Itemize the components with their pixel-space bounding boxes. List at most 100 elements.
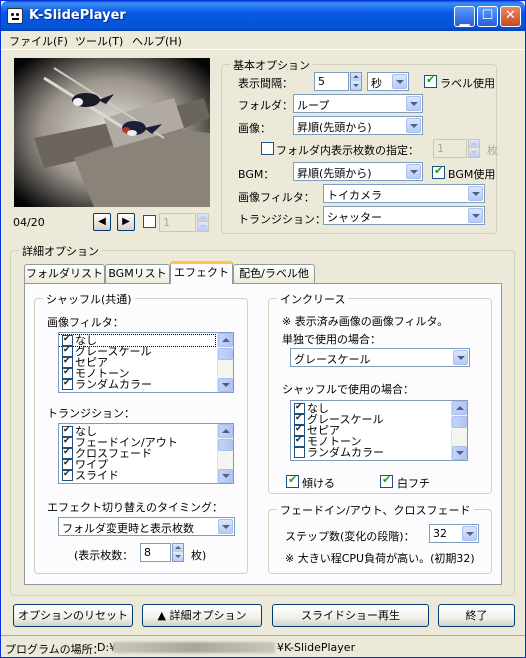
shuffle-title: シャッフル(共通) bbox=[43, 291, 135, 307]
chevron-down-icon bbox=[406, 96, 421, 111]
bgm-use-text: BGM使用 bbox=[448, 168, 496, 181]
menu-tools[interactable]: ツール(T) bbox=[75, 33, 123, 49]
play-slideshow-button[interactable]: スライドショー再生 bbox=[272, 604, 429, 627]
chevron-down-icon bbox=[392, 74, 407, 89]
list-checkbox[interactable] bbox=[62, 469, 73, 481]
image-filter-select[interactable]: トイカメラ bbox=[323, 184, 485, 203]
display-count-label: (表示枚数： bbox=[74, 549, 134, 562]
folder-count-field[interactable]: 1 bbox=[433, 139, 467, 158]
transition-label: トランジション： bbox=[238, 213, 326, 226]
fade-title: フェードイン/アウト、クロスフェード bbox=[277, 502, 474, 518]
image-filter-label: 画像フィルタ： bbox=[238, 191, 315, 204]
detail-options-toggle-button[interactable]: ▲ 詳細オプション bbox=[142, 604, 262, 627]
steps-label: ステップ数(変化の段階)： bbox=[285, 530, 415, 543]
increase-shuffle-list[interactable]: なし グレースケール セピア モノトーン ランダムカラー bbox=[290, 400, 468, 461]
program-path-suffix: ¥K-SlidePlayer bbox=[277, 641, 356, 654]
list-item[interactable]: ランダムカラー bbox=[291, 447, 467, 458]
shuffle-transition-label: トランジション： bbox=[47, 407, 135, 420]
next-button[interactable]: ▶ bbox=[117, 213, 135, 231]
list-checkbox[interactable] bbox=[294, 447, 305, 458]
tilt-label: 傾ける bbox=[302, 477, 335, 490]
chevron-down-icon bbox=[218, 519, 233, 534]
prev-icon: ◀ bbox=[98, 216, 106, 227]
shuffle-transition-list[interactable]: なし フェードイン/アウト クロスフェード ワイプ スライド bbox=[58, 423, 234, 484]
maximize-icon: ☐ bbox=[481, 8, 494, 23]
menu-file[interactable]: ファイル(F) bbox=[9, 33, 68, 49]
increase-single-label: 単独で使用の場合： bbox=[282, 333, 381, 346]
preview-image[interactable] bbox=[14, 58, 210, 207]
minimize-button[interactable]: ▁ bbox=[454, 6, 475, 27]
label-use-checkbox[interactable] bbox=[424, 73, 437, 88]
chevron-down-icon bbox=[468, 208, 483, 223]
menu-bar: ファイル(F) ツール(T) ヘルプ(H) bbox=[1, 31, 525, 50]
increase-single-select[interactable]: グレースケール bbox=[290, 348, 470, 367]
tab-color-label[interactable]: 配色/ラベル他 bbox=[233, 264, 315, 284]
folder-count-checkbox[interactable] bbox=[261, 142, 274, 155]
page-jump-field[interactable]: 1 bbox=[159, 213, 196, 232]
swallow-photo bbox=[14, 58, 210, 207]
folder-count-unit: 枚 bbox=[487, 144, 498, 157]
scrollbar[interactable] bbox=[217, 424, 233, 483]
bgm-use-checkbox[interactable] bbox=[432, 164, 445, 179]
white-border-label: 白フチ bbox=[397, 477, 430, 490]
app-window: K-SlidePlayer ▁ ☐ ✕ ファイル(F) ツール(T) ヘルプ(H… bbox=[0, 0, 526, 658]
increase-title: インクリース bbox=[277, 291, 349, 307]
image-order-label: 画像： bbox=[238, 122, 271, 135]
folder-select[interactable]: ループ bbox=[293, 94, 423, 113]
detail-options-title: 詳細オプション bbox=[19, 243, 102, 259]
scrollbar[interactable] bbox=[217, 333, 233, 392]
exit-button[interactable]: 終了 bbox=[438, 604, 515, 627]
bgm-label: BGM： bbox=[238, 168, 275, 181]
chevron-down-icon bbox=[468, 186, 483, 201]
label-use-text: ラベル使用 bbox=[440, 77, 495, 90]
window-title: K-SlidePlayer bbox=[29, 8, 126, 23]
shuffle-filter-list[interactable]: なし グレースケール セピア モノトーン ランダムカラー bbox=[58, 332, 234, 393]
list-checkbox[interactable] bbox=[62, 378, 73, 390]
chevron-down-icon bbox=[406, 118, 421, 133]
close-button[interactable]: ✕ bbox=[500, 6, 521, 27]
transition-select[interactable]: シャッター bbox=[323, 206, 485, 225]
steps-select[interactable]: 32 bbox=[429, 524, 479, 543]
prev-button[interactable]: ◀ bbox=[93, 213, 111, 231]
status-bar: プログラムの場所： D:¥ ¥K-SlidePlayer bbox=[1, 635, 525, 657]
folder-count-spinner[interactable] bbox=[468, 139, 480, 158]
tilt-checkbox[interactable] bbox=[286, 473, 299, 488]
maximize-button[interactable]: ☐ bbox=[477, 6, 498, 27]
list-checkbox[interactable] bbox=[294, 435, 305, 447]
tab-effect[interactable]: エフェクト bbox=[170, 261, 233, 284]
display-count-spinner[interactable] bbox=[172, 543, 184, 562]
white-border-checkbox[interactable] bbox=[380, 473, 393, 488]
increase-note: ※ 表示済み画像の画像フィルタ。 bbox=[282, 315, 449, 328]
basic-options-title: 基本オプション bbox=[230, 57, 313, 73]
tab-bgm-list[interactable]: BGMリスト bbox=[105, 264, 170, 284]
chevron-down-icon bbox=[453, 350, 468, 365]
program-path-label: プログラムの場所： bbox=[5, 643, 104, 656]
interval-label: 表示間隔： bbox=[238, 77, 293, 90]
image-counter: 04/20 bbox=[13, 216, 45, 229]
list-item[interactable]: ランダムカラー bbox=[59, 378, 233, 390]
scrollbar[interactable] bbox=[451, 401, 467, 460]
close-icon: ✕ bbox=[505, 8, 516, 23]
page-jump-spinner[interactable] bbox=[197, 213, 209, 232]
steps-note: ※ 大きい程CPU負荷が高い。(初期32) bbox=[285, 552, 475, 565]
tab-folder-list[interactable]: フォルダリスト bbox=[24, 264, 105, 284]
interval-unit-select[interactable]: 秒 bbox=[367, 72, 409, 91]
display-count-field[interactable]: 8 bbox=[140, 543, 171, 562]
interval-field[interactable]: 5 bbox=[314, 72, 349, 91]
folder-count-label: フォルダ内表示枚数の指定： bbox=[276, 144, 419, 157]
app-icon bbox=[7, 8, 23, 24]
image-order-select[interactable]: 昇順(先頭から) bbox=[293, 116, 423, 135]
title-bar[interactable]: K-SlidePlayer ▁ ☐ ✕ bbox=[1, 1, 525, 31]
interval-spinner[interactable] bbox=[350, 72, 362, 91]
list-item[interactable]: スライド bbox=[59, 469, 233, 481]
chevron-down-icon bbox=[462, 526, 477, 541]
timing-select[interactable]: フォルダ変更時と表示枚数 bbox=[58, 517, 235, 536]
display-count-unit: 枚) bbox=[191, 549, 207, 562]
bgm-order-select[interactable]: 昇順(先頭から) bbox=[293, 162, 423, 181]
menu-help[interactable]: ヘルプ(H) bbox=[132, 33, 182, 49]
minimize-icon: ▁ bbox=[459, 12, 470, 27]
reset-options-button[interactable]: オプションのリセット bbox=[13, 604, 133, 627]
next-icon: ▶ bbox=[122, 216, 130, 227]
chevron-down-icon bbox=[406, 164, 421, 179]
page-jump-checkbox[interactable] bbox=[143, 215, 156, 228]
